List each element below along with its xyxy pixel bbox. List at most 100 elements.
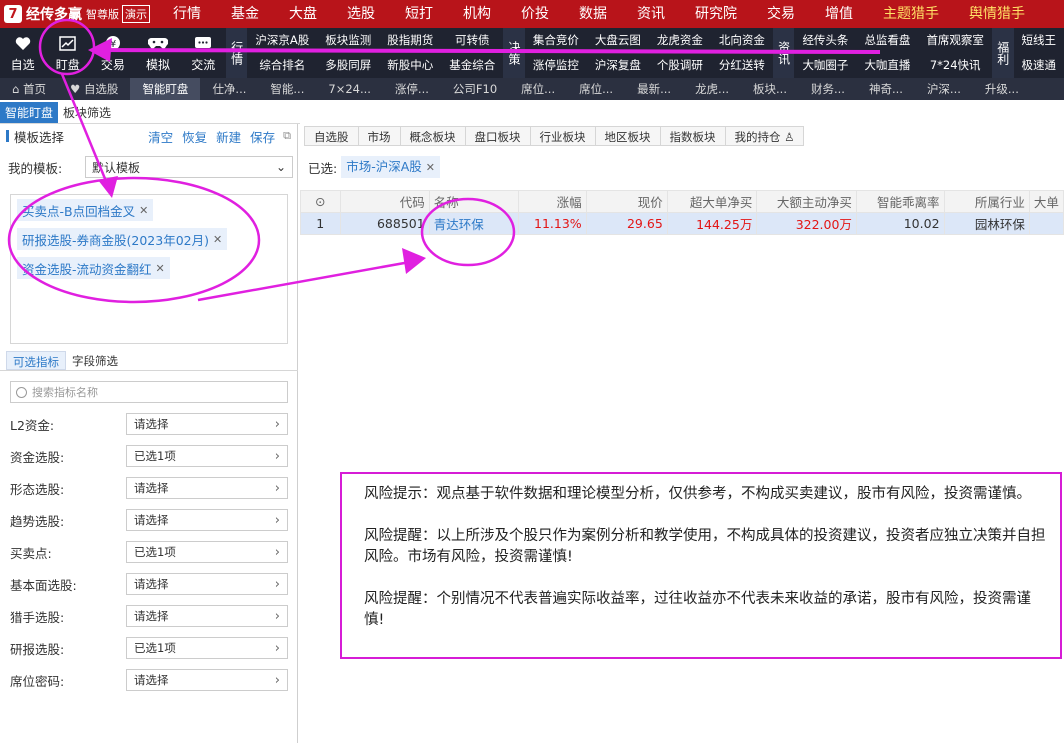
tab-page-13[interactable]: 板块... [741, 78, 799, 100]
close-icon[interactable]: ✕ [213, 233, 222, 246]
menu-item-short-term[interactable]: 短打 [390, 0, 448, 28]
shortcut-call-auction[interactable]: 集合竞价 [525, 28, 587, 53]
tab-page-10[interactable]: 席位... [567, 78, 625, 100]
pool-tab-watchlist[interactable]: 自选股 [304, 126, 359, 146]
filter-select[interactable]: 已选1项 › [126, 445, 288, 467]
pool-tab-region[interactable]: 地区板块 [594, 126, 661, 146]
menu-item-research[interactable]: 研究院 [680, 0, 752, 28]
menu-item-stock-pick[interactable]: 选股 [332, 0, 390, 28]
tab-page-15[interactable]: 神奇... [857, 78, 915, 100]
column-header-industry[interactable]: 所属行业 [943, 190, 1030, 213]
column-header-price[interactable]: 现价 [585, 190, 668, 213]
tab-field-filter[interactable]: 字段筛选 [66, 351, 124, 370]
menu-item-value-added[interactable]: 增值 [810, 0, 868, 28]
tab-page-16[interactable]: 沪深... [915, 78, 973, 100]
filter-select[interactable]: 请选择 › [126, 509, 288, 531]
menu-item-value[interactable]: 价投 [506, 0, 564, 28]
tab-page-11[interactable]: 最新... [625, 78, 683, 100]
pool-tab-holdings[interactable]: 我的持仓 ♙ [724, 126, 805, 146]
pool-tab-index[interactable]: 指数板块 [659, 126, 726, 146]
menu-item-institution[interactable]: 机构 [448, 0, 506, 28]
clear-button[interactable]: 清空 [148, 127, 173, 146]
menu-item-market[interactable]: 大盘 [274, 0, 332, 28]
tab-page-4[interactable]: 仕净... [200, 78, 258, 100]
column-header-large-order[interactable]: 大单 [1028, 190, 1064, 213]
settings-column-icon[interactable]: ⊙ [300, 190, 341, 213]
menu-item-trade[interactable]: 交易 [752, 0, 810, 28]
menu-item-quotes[interactable]: 行情 [158, 0, 216, 28]
condition-chip[interactable]: 研报选股-券商金股(2023年02月) ✕ [17, 228, 228, 250]
column-header-bias[interactable]: 智能乖离率 [855, 190, 945, 213]
shortcut-fast-pass[interactable]: 极速通 [1014, 53, 1064, 78]
shortcut-market-cloud[interactable]: 大盘云图 [587, 28, 649, 53]
shortcut-stock-research[interactable]: 个股调研 [649, 53, 711, 78]
tab-page-12[interactable]: 龙虎... [683, 78, 741, 100]
tab-page-17[interactable]: 升级... [973, 78, 1031, 100]
toolbar-chat-button[interactable]: 交流 [181, 28, 226, 78]
menu-item-sentiment-hunter[interactable]: 舆情猎手 [954, 0, 1040, 28]
tab-smart-monitor[interactable]: 智能盯盘 [130, 78, 201, 100]
expand-icon[interactable]: ⧉ [283, 129, 291, 143]
toolbar-monitor-button[interactable]: 盯盘 [45, 28, 90, 78]
selected-pool-chip[interactable]: 市场-沪深A股 ✕ [341, 156, 440, 178]
pool-tab-concept[interactable]: 概念板块 [399, 126, 466, 146]
tab-watchlist[interactable]: ♥ 自选股 [58, 78, 130, 100]
shortcut-index-futures[interactable]: 股指期货 [379, 28, 441, 53]
toolbar-watchlist-button[interactable]: 自选 [0, 28, 45, 78]
shortcut-fund-composite[interactable]: 基金综合 [441, 53, 503, 78]
toolbar-trade-button[interactable]: ¥ 交易 [90, 28, 135, 78]
shortcut-dragon-tiger[interactable]: 龙虎资金 [649, 28, 711, 53]
tab-page-6[interactable]: 7×24... [316, 78, 383, 100]
tab-page-8[interactable]: 公司F10 [441, 78, 509, 100]
shortcut-expert-live[interactable]: 大咖直播 [856, 53, 918, 78]
shortcut-review[interactable]: 沪深复盘 [587, 53, 649, 78]
pool-tab-industry[interactable]: 行业板块 [529, 126, 596, 146]
shortcut-chief-room[interactable]: 首席观察室 [918, 28, 992, 53]
condition-chip[interactable]: 资金选股-流动资金翻红 ✕ [17, 257, 170, 279]
column-header-name[interactable]: 名称 [428, 190, 519, 213]
shortcut-a-shares[interactable]: 沪深京A股 [247, 28, 317, 53]
close-icon[interactable]: ✕ [139, 204, 148, 217]
shortcut-headlines[interactable]: 经传头条 [794, 28, 856, 53]
column-header-code[interactable]: 代码 [339, 190, 430, 213]
filter-select[interactable]: 请选择 › [126, 573, 288, 595]
shortcut-24h-news[interactable]: 7*24快讯 [918, 53, 992, 78]
condition-chip[interactable]: 买卖点-B点回档金叉 ✕ [17, 199, 154, 221]
restore-button[interactable]: 恢复 [182, 127, 207, 146]
filter-select[interactable]: 请选择 › [126, 669, 288, 691]
save-button[interactable]: 保存 [250, 127, 275, 146]
shortcut-director-view[interactable]: 总监看盘 [856, 28, 918, 53]
close-icon[interactable]: ✕ [156, 262, 165, 275]
close-icon[interactable]: ✕ [426, 161, 435, 174]
shortcut-ipo-center[interactable]: 新股中心 [379, 53, 441, 78]
shortcut-multi-stock[interactable]: 多股同屏 [317, 53, 379, 78]
cell-name[interactable]: 青达环保 [428, 212, 519, 235]
column-header-large-net[interactable]: 大额主动净买 [756, 190, 857, 213]
new-button[interactable]: 新建 [216, 127, 241, 146]
tab-home[interactable]: ⌂ 首页 [0, 78, 58, 100]
menu-item-news[interactable]: 资讯 [622, 0, 680, 28]
shortcut-expert-circle[interactable]: 大咖圈子 [794, 53, 856, 78]
filter-select[interactable]: 请选择 › [126, 413, 288, 435]
subtab-smart-monitor[interactable]: 智能盯盘 [0, 102, 59, 123]
menu-item-data[interactable]: 数据 [564, 0, 622, 28]
filter-select[interactable]: 请选择 › [126, 477, 288, 499]
indicator-search-input[interactable]: 搜索指标名称 [10, 381, 288, 403]
filter-select[interactable]: 已选1项 › [126, 541, 288, 563]
shortcut-dividend[interactable]: 分红送转 [711, 53, 773, 78]
shortcut-limit-up-monitor[interactable]: 涨停监控 [525, 53, 587, 78]
shortcut-northbound[interactable]: 北向资金 [711, 28, 773, 53]
tab-page-14[interactable]: 财务... [799, 78, 857, 100]
tab-page-5[interactable]: 智能... [258, 78, 316, 100]
filter-select[interactable]: 已选1项 › [126, 637, 288, 659]
tab-page-9[interactable]: 席位... [509, 78, 567, 100]
toolbar-simulate-button[interactable]: 模拟 [135, 28, 180, 78]
table-row[interactable]: 1 688501 青达环保 11.13% 29.65 144.25万 322.0… [300, 212, 1064, 235]
shortcut-short-king[interactable]: 短线王 [1014, 28, 1064, 53]
column-header-change[interactable]: 涨幅 [517, 190, 587, 213]
my-template-select[interactable]: 默认模板 ⌄ [85, 156, 293, 178]
pool-tab-market[interactable]: 市场 [357, 126, 401, 146]
shortcut-composite-rank[interactable]: 综合排名 [247, 53, 317, 78]
menu-item-fund[interactable]: 基金 [216, 0, 274, 28]
column-header-super-net[interactable]: 超大单净买 [666, 190, 758, 213]
